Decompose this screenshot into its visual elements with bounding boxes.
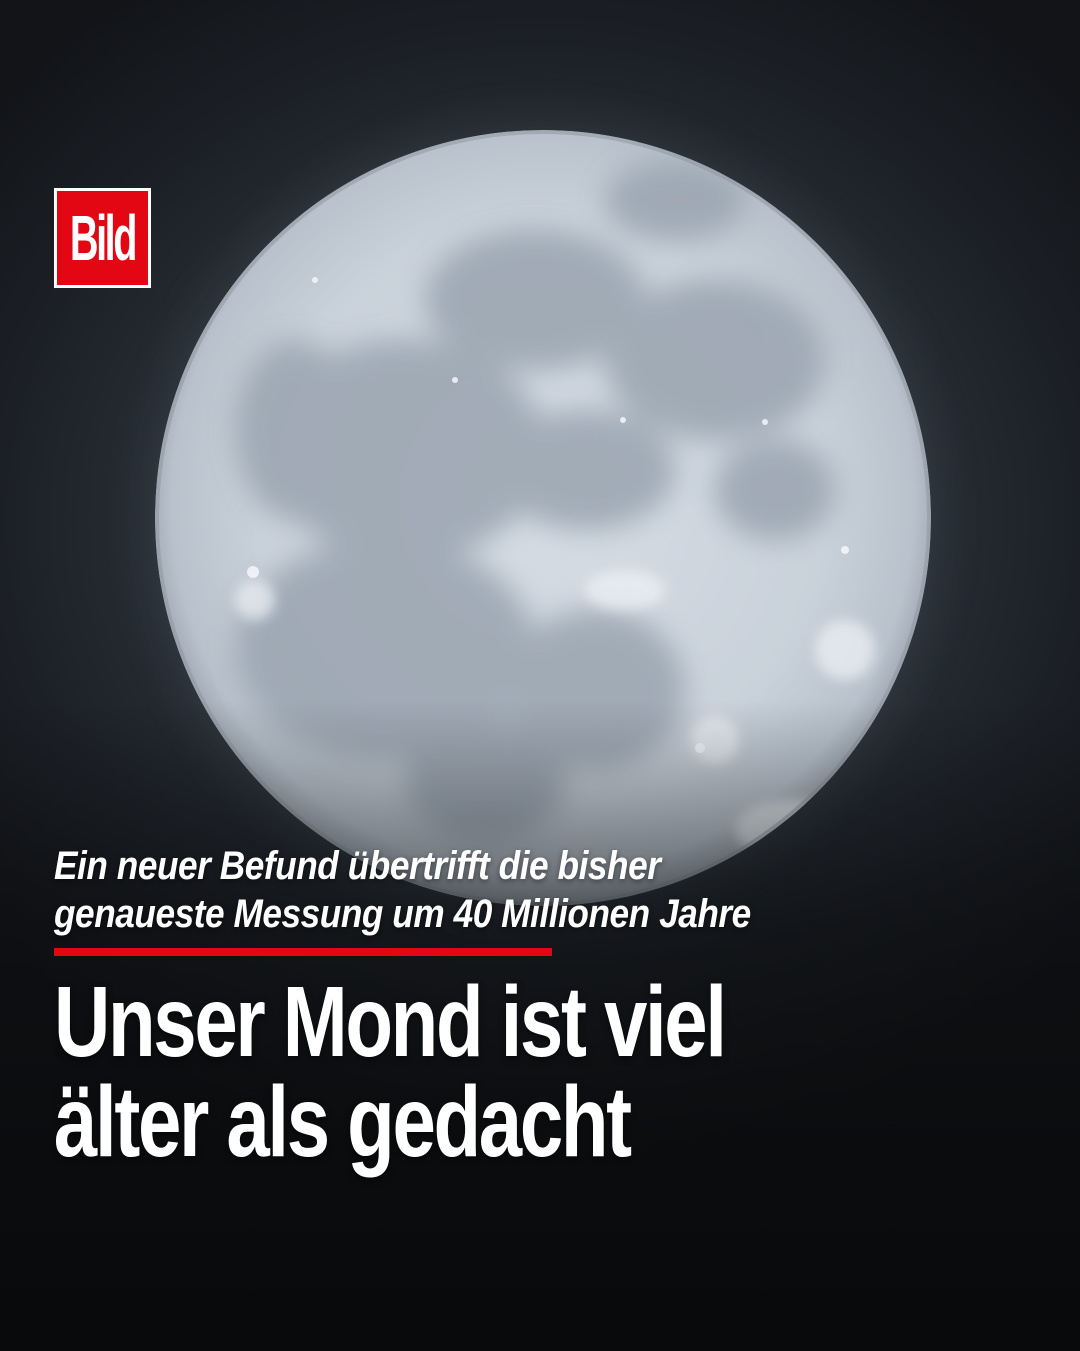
kicker-line-1: Ein neuer Befund übertrifft die bisher xyxy=(54,844,661,888)
kicker-line-2: genaueste Messung um 40 Millionen Jahre xyxy=(54,892,751,936)
moon-photo xyxy=(155,130,931,906)
headline-line-2: älter als gedacht xyxy=(54,1066,632,1178)
red-divider xyxy=(54,948,552,956)
article-headline: Unser Mond ist viel älter als gedacht xyxy=(54,972,803,1172)
headline-line-1: Unser Mond ist viel xyxy=(54,966,727,1078)
bild-logo: Bild xyxy=(54,188,151,288)
bild-logo-text: Bild xyxy=(69,202,137,274)
article-kicker: Ein neuer Befund übertrifft die bisher g… xyxy=(54,842,881,938)
post-canvas: Bild Ein neuer Befund übertrifft die bis… xyxy=(0,0,1080,1351)
